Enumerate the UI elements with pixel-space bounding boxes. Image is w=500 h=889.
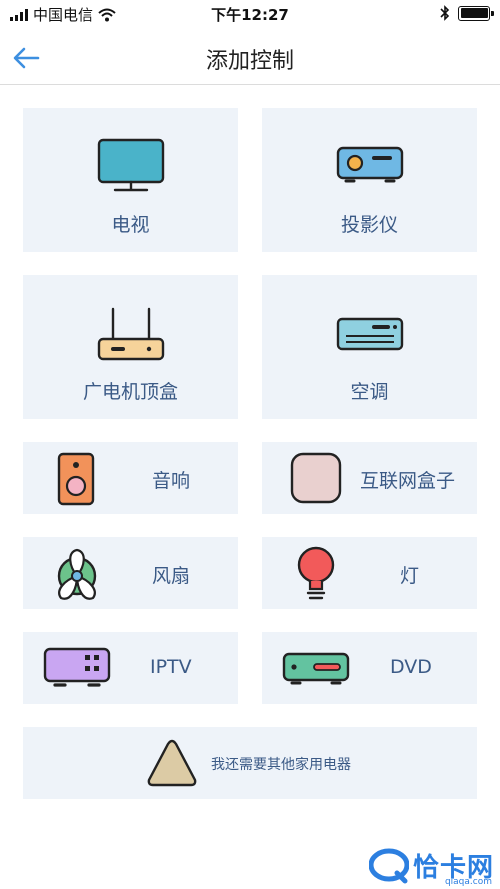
device-card-tv[interactable]: 电视 — [23, 108, 238, 252]
device-label: 空调 — [350, 381, 389, 403]
tv-icon — [97, 138, 165, 198]
set-top-box-icon — [97, 305, 165, 367]
status-bar: 中国电信 下午12:27 — [0, 0, 500, 28]
device-label: 投影仪 — [340, 214, 398, 236]
page-title: 添加控制 — [205, 49, 294, 74]
device-label: 灯 — [400, 565, 420, 587]
device-card-light[interactable]: 灯 — [262, 537, 477, 609]
other-appliance-button[interactable]: 我还需要其他家用电器 — [23, 727, 477, 799]
watermark-sub: qiaqa.com — [444, 877, 492, 887]
device-label: IPTV — [150, 656, 192, 678]
triangle-icon — [146, 737, 198, 793]
device-card-speaker[interactable]: 音响 — [23, 442, 238, 514]
battery-icon — [458, 5, 494, 21]
fan-icon — [49, 546, 105, 606]
bluetooth-icon — [440, 5, 450, 21]
speaker-icon — [57, 452, 95, 510]
device-label: DVD — [390, 656, 432, 678]
device-label: 音响 — [152, 470, 191, 492]
device-card-internet-box[interactable]: 互联网盒子 — [262, 442, 477, 514]
device-card-iptv[interactable]: IPTV — [23, 632, 238, 704]
status-right — [440, 5, 494, 21]
device-label: 电视 — [111, 214, 150, 236]
status-time: 下午12:27 — [211, 6, 289, 24]
device-card-projector[interactable]: 投影仪 — [262, 108, 477, 252]
device-label: 风扇 — [152, 565, 191, 587]
iptv-icon — [43, 645, 111, 695]
device-card-fan[interactable]: 风扇 — [23, 537, 238, 609]
air-conditioner-icon — [336, 315, 404, 357]
projector-icon — [336, 138, 404, 192]
watermark-logo-icon — [368, 848, 409, 884]
device-label: 广电机顶盒 — [82, 381, 178, 403]
device-label: 互联网盒子 — [360, 470, 456, 492]
other-appliance-label: 我还需要其他家用电器 — [211, 757, 351, 773]
dvd-icon — [282, 650, 350, 692]
light-bulb-icon — [296, 545, 336, 607]
device-card-air-conditioner[interactable]: 空调 — [262, 275, 477, 419]
nav-bar: 添加控制 — [0, 28, 500, 85]
device-card-dvd[interactable]: DVD — [262, 632, 477, 704]
internet-box-icon — [290, 452, 342, 508]
device-card-set-top-box[interactable]: 广电机顶盒 — [23, 275, 238, 419]
